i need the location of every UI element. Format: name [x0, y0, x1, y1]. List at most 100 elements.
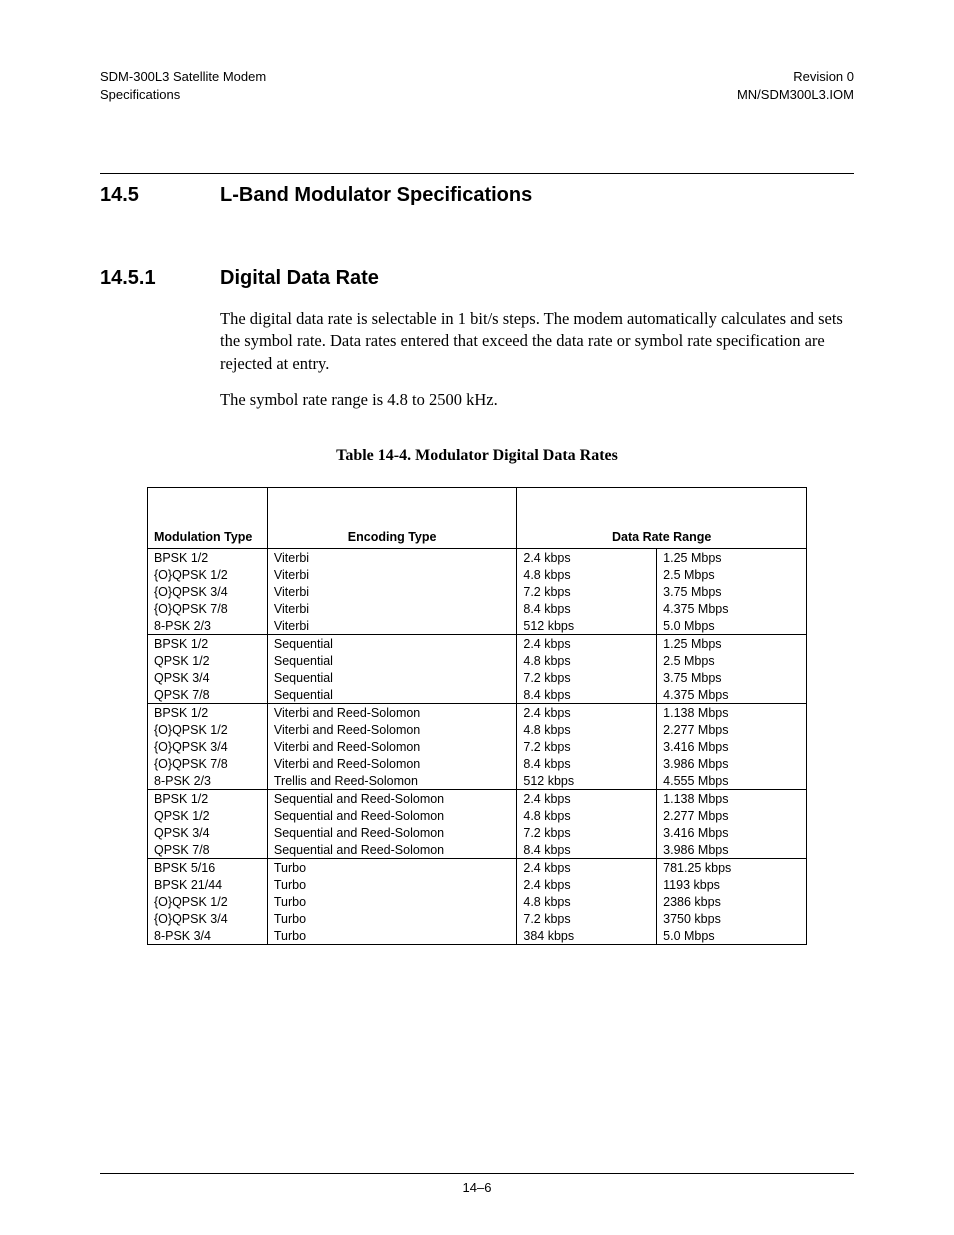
cell-min-rate: 8.4 kbps	[517, 600, 657, 617]
table-row: 8-PSK 3/4Turbo384 kbps5.0 Mbps	[148, 927, 807, 945]
cell-modulation: {O}QPSK 3/4	[148, 583, 268, 600]
table-row: BPSK 1/2Viterbi2.4 kbps1.25 Mbps	[148, 549, 807, 567]
table-row: BPSK 1/2Sequential2.4 kbps1.25 Mbps	[148, 635, 807, 653]
cell-modulation: QPSK 1/2	[148, 652, 268, 669]
section-heading: 14.5 L-Band Modulator Specifications	[100, 184, 854, 207]
cell-modulation: BPSK 1/2	[148, 549, 268, 567]
paragraph-2: The symbol rate range is 4.8 to 2500 kHz…	[220, 389, 854, 411]
cell-modulation: QPSK 3/4	[148, 824, 268, 841]
cell-max-rate: 2.277 Mbps	[657, 807, 807, 824]
cell-modulation: QPSK 1/2	[148, 807, 268, 824]
section-rule	[100, 173, 854, 174]
cell-encoding: Viterbi	[267, 566, 517, 583]
cell-encoding: Turbo	[267, 859, 517, 877]
cell-min-rate: 7.2 kbps	[517, 910, 657, 927]
cell-encoding: Sequential	[267, 669, 517, 686]
cell-min-rate: 4.8 kbps	[517, 807, 657, 824]
page-header: SDM-300L3 Satellite Modem Specifications…	[100, 68, 854, 103]
cell-encoding: Viterbi and Reed-Solomon	[267, 704, 517, 722]
header-left-line1: SDM-300L3 Satellite Modem	[100, 68, 266, 86]
cell-encoding: Viterbi and Reed-Solomon	[267, 738, 517, 755]
cell-max-rate: 1.138 Mbps	[657, 704, 807, 722]
cell-encoding: Turbo	[267, 893, 517, 910]
table-row: {O}QPSK 3/4Viterbi and Reed-Solomon7.2 k…	[148, 738, 807, 755]
cell-min-rate: 7.2 kbps	[517, 669, 657, 686]
cell-encoding: Sequential and Reed-Solomon	[267, 790, 517, 808]
cell-encoding: Viterbi	[267, 600, 517, 617]
cell-max-rate: 2.277 Mbps	[657, 721, 807, 738]
table-row: 8-PSK 2/3Viterbi512 kbps5.0 Mbps	[148, 617, 807, 635]
cell-max-rate: 2386 kbps	[657, 893, 807, 910]
cell-modulation: {O}QPSK 3/4	[148, 910, 268, 927]
cell-min-rate: 2.4 kbps	[517, 549, 657, 567]
cell-encoding: Turbo	[267, 927, 517, 945]
cell-max-rate: 1.138 Mbps	[657, 790, 807, 808]
cell-min-rate: 8.4 kbps	[517, 755, 657, 772]
cell-modulation: 8-PSK 2/3	[148, 772, 268, 790]
cell-max-rate: 2.5 Mbps	[657, 566, 807, 583]
cell-min-rate: 8.4 kbps	[517, 686, 657, 704]
th-modulation-type: Modulation Type	[148, 524, 268, 549]
cell-modulation: {O}QPSK 1/2	[148, 721, 268, 738]
table-row: QPSK 3/4Sequential7.2 kbps3.75 Mbps	[148, 669, 807, 686]
table-row: QPSK 7/8Sequential8.4 kbps4.375 Mbps	[148, 686, 807, 704]
cell-max-rate: 3.75 Mbps	[657, 669, 807, 686]
cell-modulation: {O}QPSK 1/2	[148, 893, 268, 910]
cell-min-rate: 4.8 kbps	[517, 566, 657, 583]
cell-modulation: {O}QPSK 7/8	[148, 600, 268, 617]
cell-encoding: Viterbi	[267, 583, 517, 600]
table-row: {O}QPSK 3/4Viterbi7.2 kbps3.75 Mbps	[148, 583, 807, 600]
cell-min-rate: 2.4 kbps	[517, 704, 657, 722]
table-row: {O}QPSK 7/8Viterbi8.4 kbps4.375 Mbps	[148, 600, 807, 617]
table-row: QPSK 1/2Sequential4.8 kbps2.5 Mbps	[148, 652, 807, 669]
cell-min-rate: 2.4 kbps	[517, 876, 657, 893]
cell-encoding: Sequential and Reed-Solomon	[267, 807, 517, 824]
table-row: BPSK 5/16Turbo2.4 kbps781.25 kbps	[148, 859, 807, 877]
th-data-rate-range: Data Rate Range	[517, 524, 807, 549]
cell-min-rate: 8.4 kbps	[517, 841, 657, 859]
cell-max-rate: 5.0 Mbps	[657, 617, 807, 635]
table-row: BPSK 1/2Sequential and Reed-Solomon2.4 k…	[148, 790, 807, 808]
cell-modulation: 8-PSK 2/3	[148, 617, 268, 635]
cell-min-rate: 7.2 kbps	[517, 824, 657, 841]
cell-min-rate: 4.8 kbps	[517, 652, 657, 669]
cell-min-rate: 4.8 kbps	[517, 893, 657, 910]
table-row: QPSK 3/4Sequential and Reed-Solomon7.2 k…	[148, 824, 807, 841]
cell-min-rate: 384 kbps	[517, 927, 657, 945]
subsection-number: 14.5.1	[100, 267, 220, 290]
cell-encoding: Sequential and Reed-Solomon	[267, 824, 517, 841]
cell-max-rate: 5.0 Mbps	[657, 927, 807, 945]
subsection-title: Digital Data Rate	[220, 267, 379, 290]
cell-modulation: {O}QPSK 3/4	[148, 738, 268, 755]
cell-modulation: BPSK 1/2	[148, 635, 268, 653]
cell-modulation: QPSK 7/8	[148, 841, 268, 859]
cell-min-rate: 7.2 kbps	[517, 583, 657, 600]
cell-modulation: BPSK 21/44	[148, 876, 268, 893]
cell-max-rate: 3.416 Mbps	[657, 824, 807, 841]
table-row: QPSK 1/2Sequential and Reed-Solomon4.8 k…	[148, 807, 807, 824]
cell-encoding: Viterbi	[267, 617, 517, 635]
cell-min-rate: 2.4 kbps	[517, 859, 657, 877]
cell-encoding: Viterbi and Reed-Solomon	[267, 755, 517, 772]
table-row: {O}QPSK 1/2Viterbi and Reed-Solomon4.8 k…	[148, 721, 807, 738]
cell-min-rate: 2.4 kbps	[517, 790, 657, 808]
cell-modulation: 8-PSK 3/4	[148, 927, 268, 945]
section-number: 14.5	[100, 184, 220, 207]
cell-encoding: Viterbi and Reed-Solomon	[267, 721, 517, 738]
cell-encoding: Viterbi	[267, 549, 517, 567]
table-row: {O}QPSK 7/8Viterbi and Reed-Solomon8.4 k…	[148, 755, 807, 772]
table-row: QPSK 7/8Sequential and Reed-Solomon8.4 k…	[148, 841, 807, 859]
cell-max-rate: 2.5 Mbps	[657, 652, 807, 669]
subsection-heading: 14.5.1 Digital Data Rate	[100, 267, 854, 290]
page-number: 14–6	[100, 1180, 854, 1195]
cell-max-rate: 4.375 Mbps	[657, 600, 807, 617]
cell-modulation: QPSK 7/8	[148, 686, 268, 704]
table-row: {O}QPSK 1/2Turbo4.8 kbps2386 kbps	[148, 893, 807, 910]
th-encoding-type: Encoding Type	[267, 524, 517, 549]
cell-min-rate: 7.2 kbps	[517, 738, 657, 755]
cell-max-rate: 781.25 kbps	[657, 859, 807, 877]
table-row: {O}QPSK 3/4Turbo7.2 kbps3750 kbps	[148, 910, 807, 927]
cell-min-rate: 512 kbps	[517, 617, 657, 635]
cell-max-rate: 1193 kbps	[657, 876, 807, 893]
cell-encoding: Sequential	[267, 635, 517, 653]
